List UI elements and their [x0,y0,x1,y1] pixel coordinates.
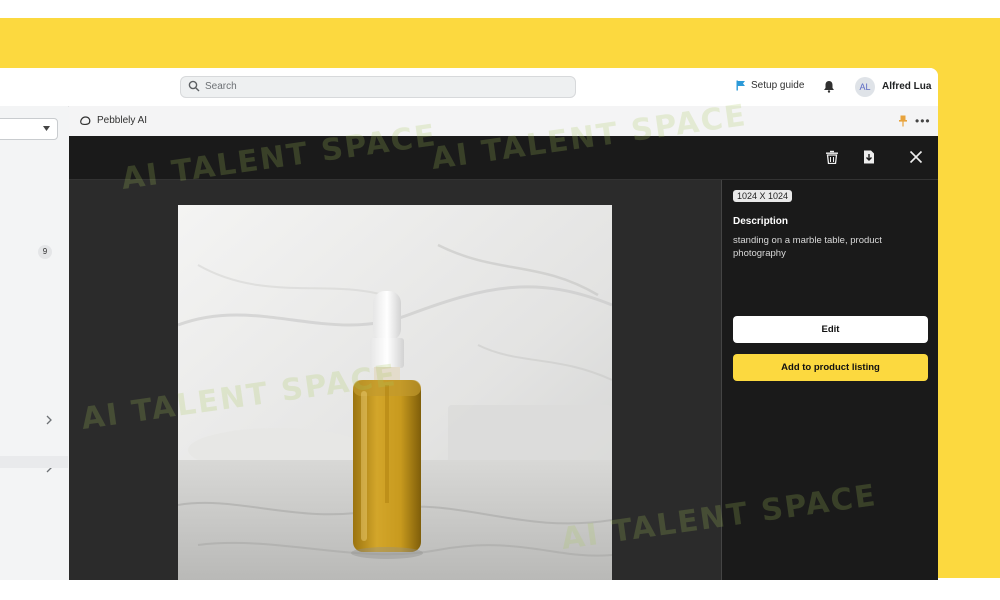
trash-icon[interactable] [825,150,839,164]
count-badge: 9 [38,245,52,259]
left-sidebar: 9 [0,106,68,580]
flag-icon [736,80,745,91]
bell-icon[interactable] [823,80,835,93]
bottom-margin [0,578,1000,600]
search-placeholder: Search [205,81,237,92]
app-title: Pebblely AI [97,115,148,126]
description-text: standing on a marble table, product phot… [733,235,882,259]
search-input[interactable]: Search [180,76,576,98]
setup-guide-label: Setup guide [751,80,805,91]
app-window: Search Setup guide AL Alfred Lua 9 Pebbl… [0,68,938,580]
setup-guide-link[interactable]: Setup guide [736,80,804,91]
pin-icon[interactable] [899,115,907,127]
download-icon[interactable] [862,150,876,164]
viewer-toolbar [69,136,938,180]
user-name[interactable]: Alfred Lua [882,81,931,92]
store-select[interactable] [0,118,58,140]
product-image[interactable] [178,205,612,580]
image-area [69,180,721,580]
image-size-badge: 1024 X 1024 [733,190,793,202]
top-bar: Search Setup guide AL Alfred Lua [0,68,938,107]
details-panel: 1024 X 1024 Description standing on a ma… [721,180,938,580]
app-header: Pebblely AI ••• [69,106,938,137]
sidebar-item-selected[interactable] [0,456,68,468]
more-icon[interactable]: ••• [915,114,931,128]
chevron-right-icon[interactable] [46,415,52,425]
close-icon[interactable] [909,150,923,164]
description-heading: Description [733,216,789,227]
add-to-product-listing-button[interactable]: Add to product listing [733,354,928,381]
image-viewer: 1024 X 1024 Description standing on a ma… [69,136,938,580]
search-icon [188,80,200,92]
avatar[interactable]: AL [855,77,875,97]
edit-button[interactable]: Edit [733,316,928,343]
chevron-down-icon [43,126,50,131]
pebble-icon [80,116,91,126]
